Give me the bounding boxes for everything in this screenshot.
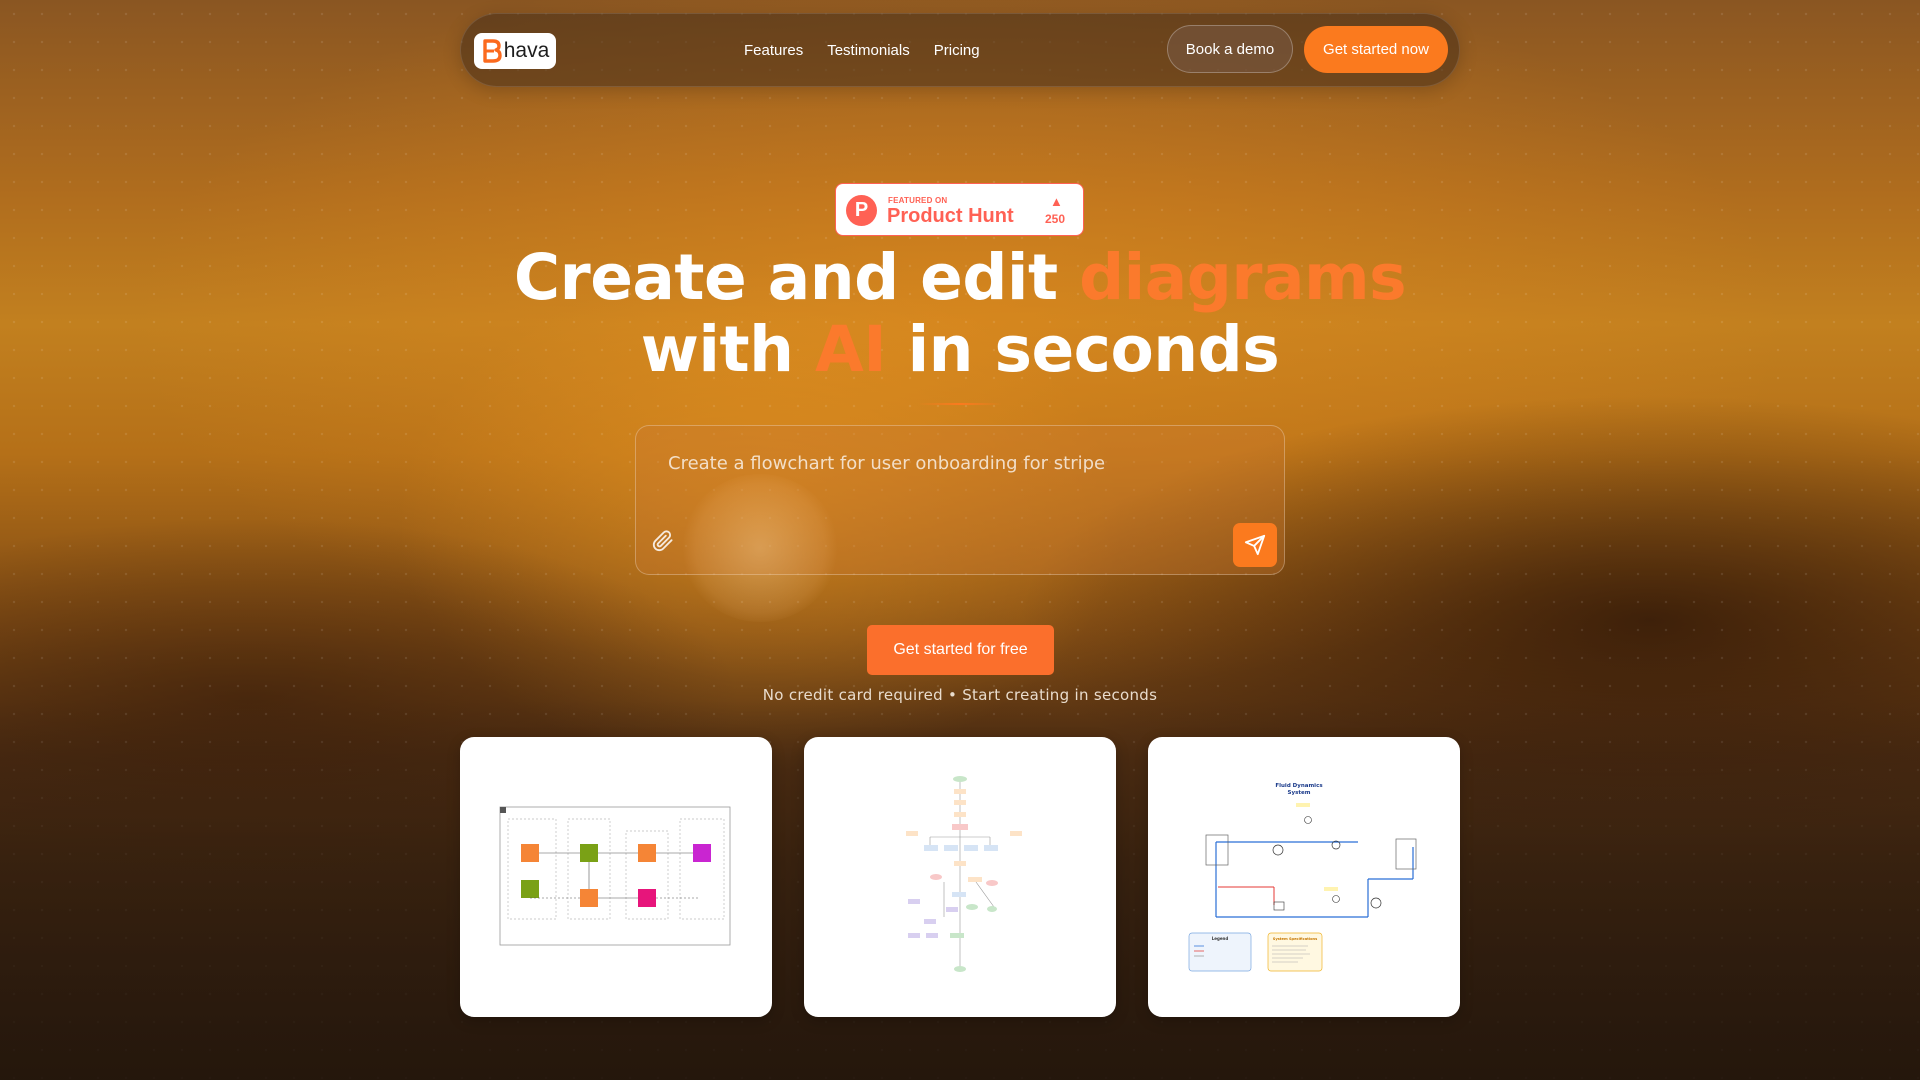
product-hunt-badge[interactable]: P FEATURED ON Product Hunt ▲ 250 (835, 183, 1084, 236)
example-card-flowchart[interactable] (804, 737, 1116, 1017)
brand-name: hava (503, 39, 550, 62)
flowchart-preview (906, 776, 1022, 972)
paperclip-icon[interactable] (652, 530, 674, 552)
get-started-free-button[interactable]: Get started for free (867, 625, 1054, 675)
top-navbar: hava Features Testimonials Pricing Book … (460, 13, 1460, 87)
headline-accent-ai: AI (814, 313, 887, 386)
headline-text: Create and edit (513, 241, 1080, 314)
nav-links: Features Testimonials Pricing (744, 14, 980, 86)
aws-architecture-diagram-preview (499, 806, 731, 946)
cursor-glow (682, 474, 838, 622)
hero-headline: Create and edit diagrams with AI in seco… (460, 242, 1460, 386)
product-hunt-vote-count: 250 (1045, 212, 1066, 226)
upvote-arrow-icon: ▲ (1050, 194, 1063, 209)
prompt-input[interactable] (666, 452, 1250, 475)
ai-prompt-box (635, 425, 1285, 622)
send-button[interactable] (1233, 523, 1277, 567)
hava-logo-icon (483, 39, 502, 63)
product-hunt-name: Product Hunt (887, 205, 1014, 227)
headline-divider (918, 403, 1002, 405)
product-hunt-featured-label: FEATURED ON (888, 196, 948, 205)
send-icon (1244, 534, 1266, 556)
nav-link-features[interactable]: Features (744, 42, 803, 59)
diagram-title: System (1288, 790, 1311, 796)
example-card-aws[interactable] (460, 737, 772, 1017)
headline-text: with (640, 313, 815, 386)
fluid-dynamics-diagram-preview: Fluid Dynamics System Legend System Spec… (1188, 783, 1417, 972)
nav-link-pricing[interactable]: Pricing (934, 42, 980, 59)
book-demo-button[interactable]: Book a demo (1167, 25, 1293, 73)
diagram-title: Fluid Dynamics (1275, 783, 1323, 789)
nav-link-testimonials[interactable]: Testimonials (827, 42, 910, 59)
headline-accent-diagrams: diagrams (1079, 241, 1407, 314)
cta-subtext: No credit card required • Start creating… (762, 686, 1158, 704)
product-hunt-logo-icon: P (846, 195, 877, 226)
specs-title: System Specifications (1273, 937, 1318, 941)
get-started-now-button[interactable]: Get started now (1304, 26, 1448, 73)
example-card-fluid-dynamics[interactable]: Fluid Dynamics System Legend System Spec… (1148, 737, 1460, 1017)
headline-text: in seconds (886, 313, 1280, 386)
brand-logo[interactable]: hava (474, 33, 556, 69)
legend-title: Legend (1212, 936, 1229, 941)
